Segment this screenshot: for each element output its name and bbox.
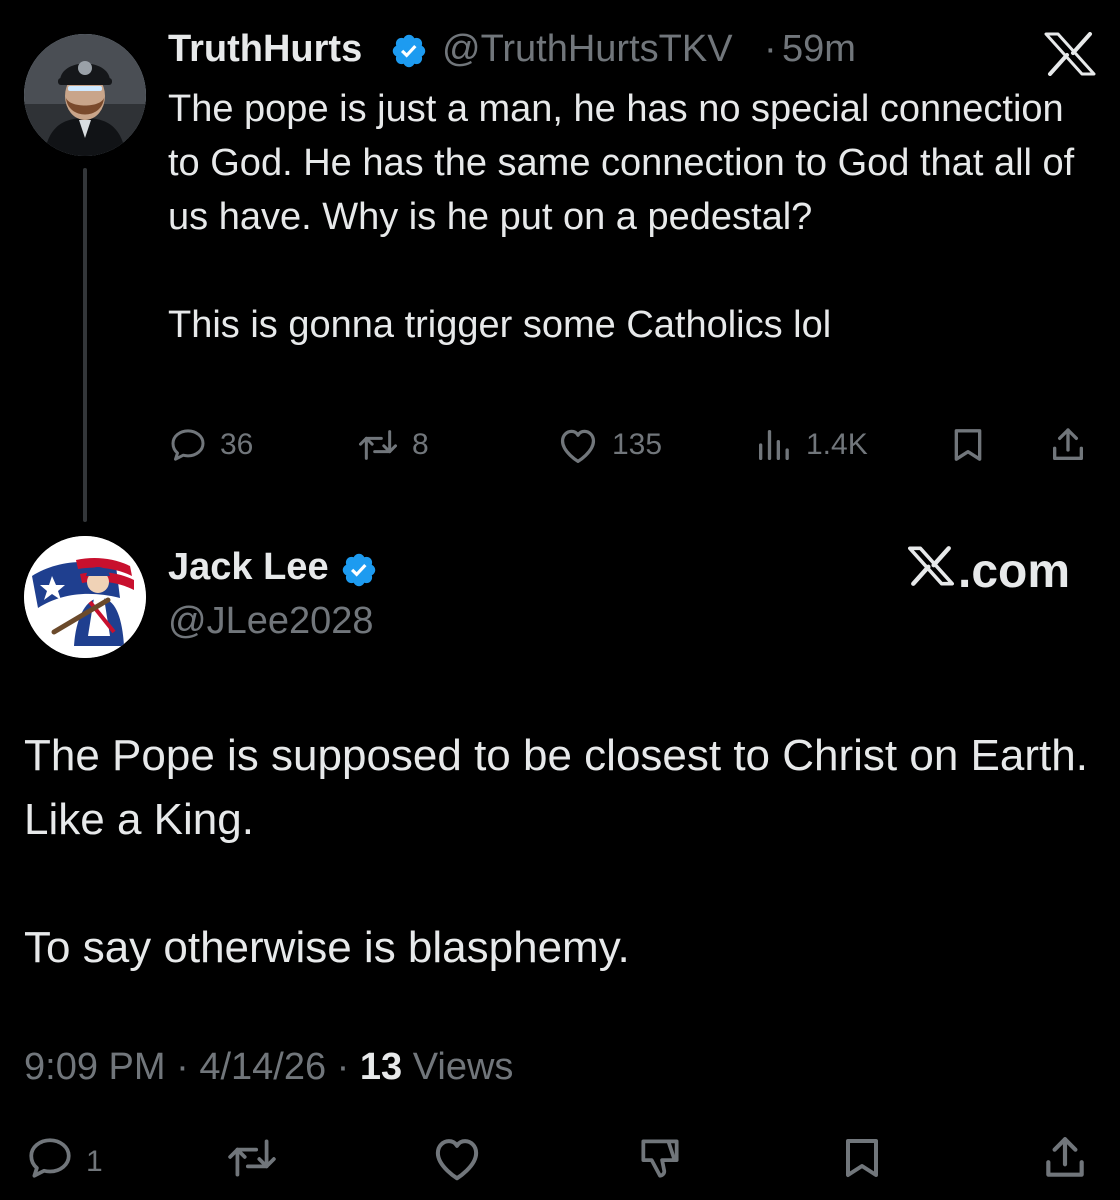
author-handle[interactable]: @TruthHurtsTKV: [442, 28, 733, 71]
share-icon: [1048, 425, 1088, 465]
bookmark-button[interactable]: [838, 1134, 886, 1190]
share-button[interactable]: [1040, 1134, 1090, 1190]
tweet-paragraph: To say otherwise is blasphemy.: [24, 923, 630, 972]
views-count: 1.4K: [806, 428, 868, 461]
x-logo-icon: [1044, 32, 1096, 76]
reply-icon: [24, 1133, 76, 1191]
jacklee-avatar[interactable]: [24, 536, 146, 658]
repost-button[interactable]: [224, 1134, 280, 1190]
repost-count: 8: [412, 428, 429, 461]
heart-icon: [430, 1133, 484, 1191]
share-button[interactable]: [1048, 418, 1088, 472]
separator-dot: ·: [764, 28, 777, 70]
tweet-date[interactable]: 4/14/26: [199, 1046, 326, 1088]
like-button[interactable]: [430, 1134, 484, 1190]
author-name[interactable]: Jack Lee: [168, 546, 329, 589]
views-button[interactable]: 1.4K: [754, 418, 868, 472]
repost-button[interactable]: 8: [356, 418, 429, 472]
tweet-paragraph: This is gonna trigger some Catholics lol: [168, 304, 832, 346]
like-button[interactable]: 135: [556, 418, 662, 472]
author-handle[interactable]: @JLee2028: [168, 600, 374, 643]
bookmark-icon: [838, 1133, 886, 1191]
reply-button[interactable]: 36: [168, 418, 253, 472]
repost-icon: [224, 1133, 280, 1191]
tweet-text: The pope is just a man, he has no specia…: [168, 82, 1088, 352]
x-logo-icon: [908, 544, 958, 599]
thumbs-down-icon: [634, 1133, 686, 1191]
tweet-time[interactable]: 59m: [782, 28, 856, 71]
brand-domain: .com: [958, 545, 1071, 598]
tweet-paragraph: The Pope is supposed to be closest to Ch…: [24, 731, 1088, 844]
bookmark-button[interactable]: [948, 418, 988, 472]
separator-dot: ·: [336, 1046, 350, 1088]
share-icon: [1040, 1133, 1090, 1191]
reply-count: 1: [86, 1145, 103, 1178]
tweet-paragraph: The pope is just a man, he has no specia…: [168, 88, 1075, 238]
repost-icon: [356, 425, 400, 465]
dislike-button[interactable]: [634, 1134, 686, 1190]
heart-icon: [556, 425, 600, 465]
reply-count: 36: [220, 428, 254, 461]
truthhurts-avatar[interactable]: [24, 34, 146, 156]
tweet-meta: 9:09 PM · 4/14/26 · 13 Views: [24, 1046, 513, 1089]
thread-line: [83, 168, 87, 522]
verified-badge-icon: [390, 32, 428, 70]
bookmark-icon: [948, 425, 988, 465]
author-name[interactable]: TruthHurts: [168, 28, 362, 71]
x-com-brand: .com: [908, 544, 1070, 599]
views-count: 13: [359, 1046, 403, 1088]
reply-button[interactable]: 1: [24, 1134, 103, 1190]
views-chart-icon: [754, 425, 794, 465]
like-count: 135: [612, 428, 663, 461]
verified-badge-icon: [340, 551, 378, 589]
views-label: Views: [412, 1046, 514, 1088]
separator-dot: ·: [176, 1046, 189, 1088]
tweet-time[interactable]: 9:09 PM: [24, 1046, 166, 1088]
reply-icon: [168, 425, 208, 465]
tweet-text: The Pope is supposed to be closest to Ch…: [24, 724, 1094, 980]
